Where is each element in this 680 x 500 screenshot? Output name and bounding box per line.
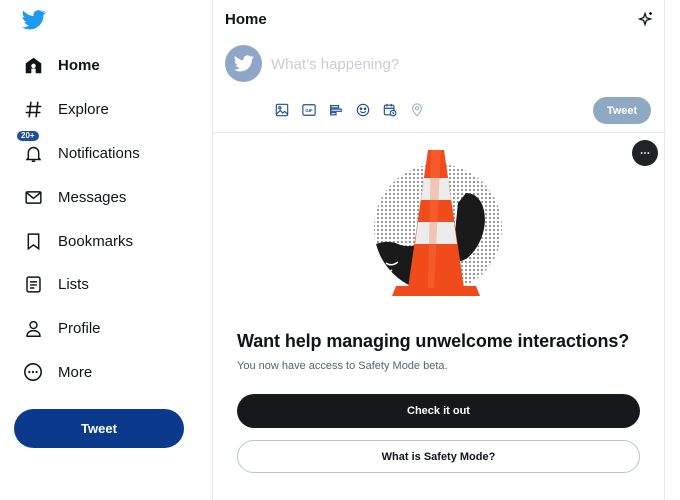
hashtag-icon [22,98,44,120]
sidebar-item-label: More [58,363,93,381]
safety-card-title: Want help managing unwelcome interaction… [237,331,630,351]
bell-icon: 20+ [16,130,44,164]
sidebar-item-label: Home [58,56,100,74]
poll-icon[interactable] [327,101,345,119]
sidebar-item-bookmarks[interactable]: Bookmarks [14,222,199,260]
more-circle-icon [22,361,44,383]
avatar[interactable] [225,45,262,82]
sidebar-item-label: Notifications [58,144,140,162]
main-column: Home What’s happening? GIF Tweet Want he… [212,0,666,500]
sidebar-item-label: Messages [58,188,127,206]
sidebar-item-more[interactable]: More [14,353,199,391]
sidebar-item-profile[interactable]: Profile [14,309,199,347]
schedule-icon[interactable] [381,101,399,119]
sidebar-item-explore[interactable]: Explore [14,90,199,128]
sidebar-item-label: Explore [58,100,109,118]
divider [213,132,666,133]
app: Home Explore 20+ Notifications Messages [0,0,680,500]
sidebar-item-messages[interactable]: Messages [14,178,199,216]
safety-cone-illustration [368,148,508,298]
location-icon[interactable] [408,101,426,119]
twitter-bird-icon[interactable] [22,10,46,32]
what-is-safety-mode-button[interactable]: What is Safety Mode? [237,440,640,473]
emoji-icon[interactable] [354,101,372,119]
gif-icon-text: GIF [305,108,313,113]
bookmark-icon [22,230,44,252]
sidebar-item-notifications[interactable]: 20+ Notifications [14,130,199,172]
compose-tweet-button[interactable]: Tweet [593,97,651,124]
person-icon [22,317,44,339]
envelope-icon [22,186,44,208]
sidebar-tweet-button[interactable]: Tweet [14,409,184,448]
sidebar-item-label: Bookmarks [58,232,134,250]
more-options-icon[interactable] [632,140,658,166]
safety-card-subtitle: You now have access to Safety Mode beta. [237,360,448,372]
check-it-out-button[interactable]: Check it out [237,394,640,428]
home-icon [22,54,44,76]
image-icon[interactable] [273,101,291,119]
composer-toolbar: GIF [273,101,426,119]
list-icon [22,273,44,295]
sparkle-icon[interactable] [637,11,654,27]
sidebar-item-label: Profile [58,319,101,337]
sidebar-item-home[interactable]: Home [14,46,199,84]
sidebar-item-lists[interactable]: Lists [14,265,199,303]
gif-icon[interactable]: GIF [300,101,318,119]
notification-badge: 20+ [16,130,40,142]
sidebar: Home Explore 20+ Notifications Messages [0,0,212,500]
page-title: Home [225,11,267,28]
compose-input[interactable]: What’s happening? [271,56,399,73]
sidebar-item-label: Lists [58,275,89,293]
